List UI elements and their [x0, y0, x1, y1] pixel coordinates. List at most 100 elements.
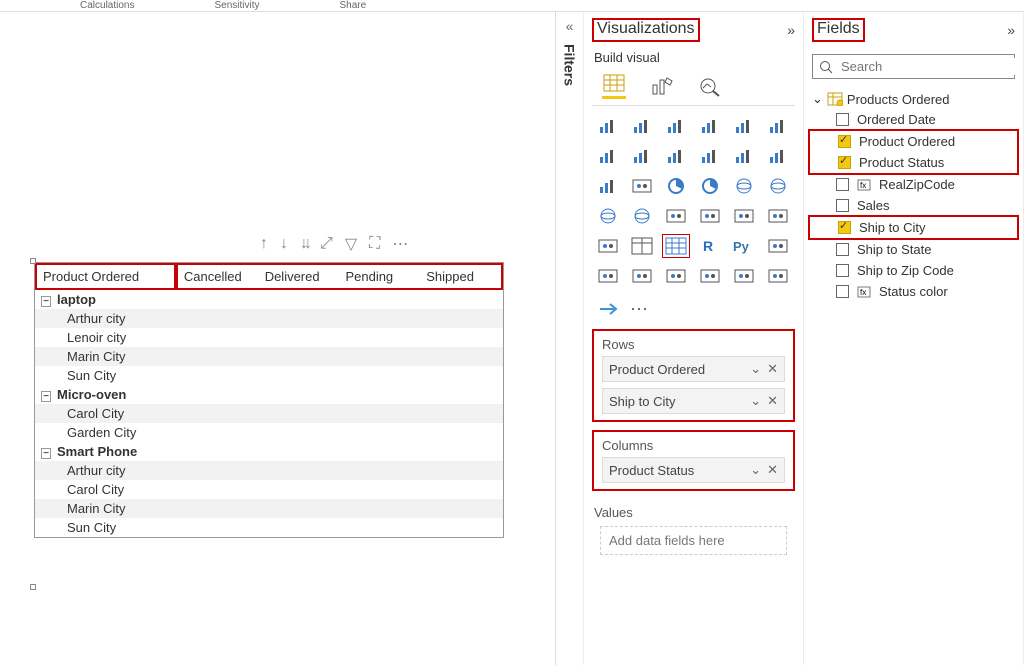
viz-stacked-col-icon[interactable]	[662, 114, 690, 138]
expand-icon[interactable]: »	[1007, 22, 1015, 38]
resize-handle[interactable]	[30, 258, 36, 264]
drill-up-icon[interactable]: ↑	[260, 235, 268, 253]
viz-line-col-icon[interactable]	[696, 144, 724, 168]
filter-icon[interactable]: ▽	[345, 234, 357, 254]
viz-paginated-icon[interactable]	[696, 264, 724, 288]
viz-qa-icon[interactable]	[628, 264, 656, 288]
checkbox[interactable]	[838, 135, 851, 148]
values-dropzone[interactable]: Add data fields here	[600, 526, 787, 555]
viz-key-influencer-icon[interactable]	[764, 234, 792, 258]
viz-power-automate-icon[interactable]	[764, 264, 792, 288]
group-row[interactable]: −laptop	[35, 290, 503, 309]
viz-matrix-icon[interactable]	[662, 234, 690, 258]
focus-icon[interactable]: ⛶	[369, 235, 380, 253]
report-canvas[interactable]: ↑ ↓ ↓↓ ⤢ ▽ ⛶ ⋯ Product OrderedCancelledD…	[0, 12, 555, 665]
viz-clustered-col-icon[interactable]	[696, 114, 724, 138]
row-header[interactable]: Product Ordered	[35, 263, 176, 290]
col-header[interactable]: Shipped	[420, 265, 501, 288]
viz-scatter-icon[interactable]	[628, 174, 656, 198]
viz-waterfall-icon[interactable]	[764, 144, 792, 168]
field-item[interactable]: Ship to City	[810, 217, 1017, 238]
viz-power-apps-icon[interactable]	[730, 264, 758, 288]
field-well[interactable]: Product Status ⌄ ✕	[602, 457, 785, 483]
viz-stacked-bar-icon[interactable]	[594, 114, 622, 138]
build-tab-icon[interactable]	[602, 73, 626, 99]
resize-handle[interactable]	[30, 584, 36, 590]
expand-down-icon[interactable]: ↓↓	[300, 235, 308, 253]
checkbox[interactable]	[836, 264, 849, 277]
viz-narrative-icon[interactable]	[662, 264, 690, 288]
checkbox[interactable]	[838, 221, 851, 234]
child-row[interactable]: Arthur city	[35, 309, 503, 328]
child-row[interactable]: Sun City	[35, 518, 503, 537]
table-node[interactable]: ⌄ Products Ordered	[808, 89, 1019, 109]
col-header[interactable]: Pending	[339, 265, 420, 288]
field-item[interactable]: fx RealZipCode	[808, 174, 1019, 195]
collapse-icon[interactable]: −	[41, 391, 51, 402]
viz-clustered-col-line-icon[interactable]	[764, 114, 792, 138]
viz-stacked-bar-100-icon[interactable]	[730, 114, 758, 138]
expand-all-icon[interactable]: ⤢	[320, 235, 333, 253]
viz-table-icon[interactable]	[628, 234, 656, 258]
viz-multi-card-icon[interactable]	[730, 204, 758, 228]
child-row[interactable]: Sun City	[35, 366, 503, 385]
viz-gauge-icon[interactable]	[662, 204, 690, 228]
checkbox[interactable]	[836, 243, 849, 256]
child-row[interactable]: Carol City	[35, 480, 503, 499]
collapse-icon[interactable]: −	[41, 448, 51, 459]
child-row[interactable]: Garden City	[35, 423, 503, 442]
field-item[interactable]: Product Status	[810, 152, 1017, 173]
viz-decomp-icon[interactable]	[594, 264, 622, 288]
viz-azure-map-icon[interactable]	[628, 204, 656, 228]
drill-down-icon[interactable]: ↓	[280, 235, 288, 253]
viz-map-icon[interactable]	[764, 174, 792, 198]
viz-donut-icon[interactable]	[696, 174, 724, 198]
field-well[interactable]: Product Ordered ⌄ ✕	[602, 356, 785, 382]
child-row[interactable]: Lenoir city	[35, 328, 503, 347]
remove-icon[interactable]: ✕	[767, 393, 778, 409]
viz-pie-icon[interactable]	[662, 174, 690, 198]
get-more-visuals-icon[interactable]	[598, 300, 620, 318]
field-item[interactable]: Ship to Zip Code	[808, 260, 1019, 281]
child-row[interactable]: Arthur city	[35, 461, 503, 480]
child-row[interactable]: Marin City	[35, 347, 503, 366]
viz-py-icon[interactable]: Py	[730, 234, 758, 258]
field-item[interactable]: Product Ordered	[810, 131, 1017, 152]
col-header[interactable]: Cancelled	[178, 265, 259, 288]
checkbox[interactable]	[836, 178, 849, 191]
collapse-icon[interactable]: «	[566, 18, 574, 34]
viz-filled-map-icon[interactable]	[594, 204, 622, 228]
remove-icon[interactable]: ✕	[767, 462, 778, 478]
more-icon[interactable]: ⋯	[392, 234, 408, 254]
checkbox[interactable]	[836, 285, 849, 298]
viz-treemap-icon[interactable]	[730, 174, 758, 198]
format-tab-icon[interactable]	[650, 75, 674, 97]
field-item[interactable]: Ordered Date	[808, 109, 1019, 130]
viz-r-icon[interactable]: R	[696, 234, 724, 258]
child-row[interactable]: Carol City	[35, 404, 503, 423]
chevron-down-icon[interactable]: ⌄	[750, 462, 761, 478]
field-item[interactable]: Sales	[808, 195, 1019, 216]
filters-pane-collapsed[interactable]: « Filters	[556, 12, 584, 665]
remove-icon[interactable]: ✕	[767, 361, 778, 377]
viz-line-icon[interactable]	[594, 144, 622, 168]
viz-ribbon-icon[interactable]	[730, 144, 758, 168]
chevron-down-icon[interactable]: ⌄	[750, 361, 761, 377]
viz-funnel-icon[interactable]	[594, 174, 622, 198]
viz-card-icon[interactable]	[696, 204, 724, 228]
fields-search[interactable]	[812, 54, 1015, 79]
matrix-visual[interactable]: Product OrderedCancelledDeliveredPending…	[34, 262, 504, 538]
col-header[interactable]: Delivered	[259, 265, 340, 288]
group-row[interactable]: −Micro-oven	[35, 385, 503, 404]
viz-slicer-icon[interactable]	[594, 234, 622, 258]
viz-area-icon[interactable]	[628, 144, 656, 168]
more-icon[interactable]: ···	[630, 298, 648, 319]
field-item[interactable]: Ship to State	[808, 239, 1019, 260]
collapse-icon[interactable]: −	[41, 296, 51, 307]
checkbox[interactable]	[836, 199, 849, 212]
checkbox[interactable]	[836, 113, 849, 126]
viz-stacked-area-icon[interactable]	[662, 144, 690, 168]
chevron-down-icon[interactable]: ⌄	[750, 393, 761, 409]
field-item[interactable]: fx Status color	[808, 281, 1019, 302]
analytics-tab-icon[interactable]	[698, 75, 722, 97]
